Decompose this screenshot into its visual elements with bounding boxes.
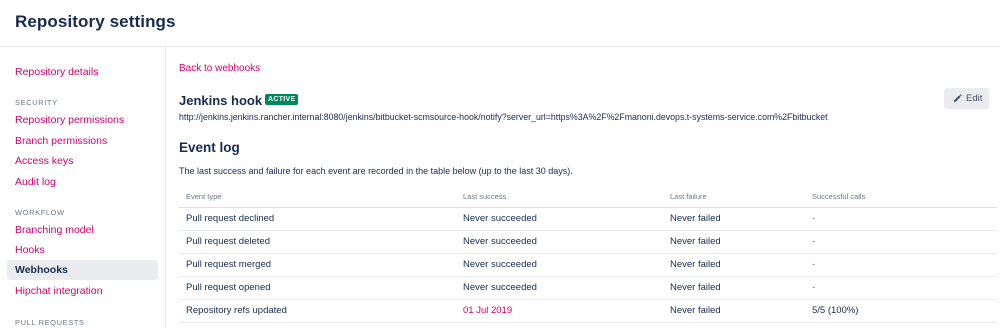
- event-log-description: The last success and failure for each ev…: [179, 166, 573, 176]
- sidebar-heading-pull-requests: PULL REQUESTS: [15, 318, 85, 327]
- event-log-table: Event type Last success Last failure Suc…: [179, 187, 997, 323]
- table-header-row: Event type Last success Last failure Suc…: [179, 187, 997, 208]
- settings-sidebar: Repository details SECURITY Repository p…: [0, 47, 166, 328]
- sidebar-item-audit-log[interactable]: Audit log: [15, 176, 56, 188]
- sidebar-item-branching-model[interactable]: Branching model: [15, 224, 94, 236]
- pencil-icon: [953, 94, 962, 103]
- last-failure-cell: Never failed: [663, 253, 805, 277]
- event-type-cell: Repository refs updated: [179, 299, 456, 323]
- hook-url: http://jenkins.jenkins.rancher.internal:…: [179, 112, 828, 122]
- table-row: Pull request merged Never succeeded Neve…: [179, 253, 997, 277]
- sidebar-heading-workflow: WORKFLOW: [15, 208, 65, 217]
- successful-calls-cell: -: [805, 207, 997, 231]
- event-type-cell: Pull request merged: [179, 253, 456, 277]
- sidebar-item-webhooks[interactable]: Webhooks: [7, 260, 158, 280]
- table-row: Pull request opened Never succeeded Neve…: [179, 276, 997, 300]
- sidebar-item-repository-permissions[interactable]: Repository permissions: [15, 114, 124, 126]
- hook-name: Jenkins hook: [179, 93, 263, 108]
- table-row: Repository refs updated 01 Jul 2019 Neve…: [179, 299, 997, 323]
- sidebar-item-label: Webhooks: [15, 264, 68, 276]
- successful-calls-cell: -: [805, 230, 997, 254]
- status-badge: ACTIVE: [265, 94, 299, 105]
- table-row: Pull request declined Never succeeded Ne…: [179, 207, 997, 231]
- column-header-successful-calls: Successful calls: [805, 187, 997, 208]
- last-success-cell: Never succeeded: [456, 253, 663, 277]
- page-header: Repository settings: [0, 0, 1000, 47]
- sidebar-item-repository-details[interactable]: Repository details: [15, 66, 98, 78]
- event-log-title: Event log: [179, 140, 240, 155]
- last-success-cell: Never succeeded: [456, 230, 663, 254]
- column-header-event-type: Event type: [179, 187, 456, 208]
- last-success-cell: Never succeeded: [456, 276, 663, 300]
- back-to-webhooks-link[interactable]: Back to webhooks: [179, 63, 260, 74]
- edit-button[interactable]: Edit: [944, 88, 989, 109]
- successful-calls-cell: 5/5 (100%): [805, 299, 997, 323]
- column-header-last-success: Last success: [456, 187, 663, 208]
- event-type-cell: Pull request deleted: [179, 230, 456, 254]
- last-failure-cell: Never failed: [663, 276, 805, 300]
- event-type-cell: Pull request declined: [179, 207, 456, 231]
- last-failure-cell: Never failed: [663, 207, 805, 231]
- edit-button-label: Edit: [966, 93, 983, 104]
- successful-calls-cell: -: [805, 253, 997, 277]
- table-row: Pull request deleted Never succeeded Nev…: [179, 230, 997, 254]
- sidebar-heading-security: SECURITY: [15, 98, 58, 107]
- sidebar-item-access-keys[interactable]: Access keys: [15, 155, 73, 167]
- column-header-last-failure: Last failure: [663, 187, 805, 208]
- last-failure-cell: Never failed: [663, 299, 805, 323]
- sidebar-item-branch-permissions[interactable]: Branch permissions: [15, 135, 107, 147]
- page-title: Repository settings: [15, 12, 176, 31]
- last-failure-cell: Never failed: [663, 230, 805, 254]
- sidebar-item-hipchat-integration[interactable]: Hipchat integration: [15, 285, 103, 297]
- successful-calls-cell: -: [805, 276, 997, 300]
- main-content: Back to webhooks Jenkins hook ACTIVE htt…: [167, 47, 1000, 328]
- last-success-cell: Never succeeded: [456, 207, 663, 231]
- sidebar-item-hooks[interactable]: Hooks: [15, 244, 45, 256]
- event-type-cell: Pull request opened: [179, 276, 456, 300]
- last-success-cell: 01 Jul 2019: [456, 299, 663, 323]
